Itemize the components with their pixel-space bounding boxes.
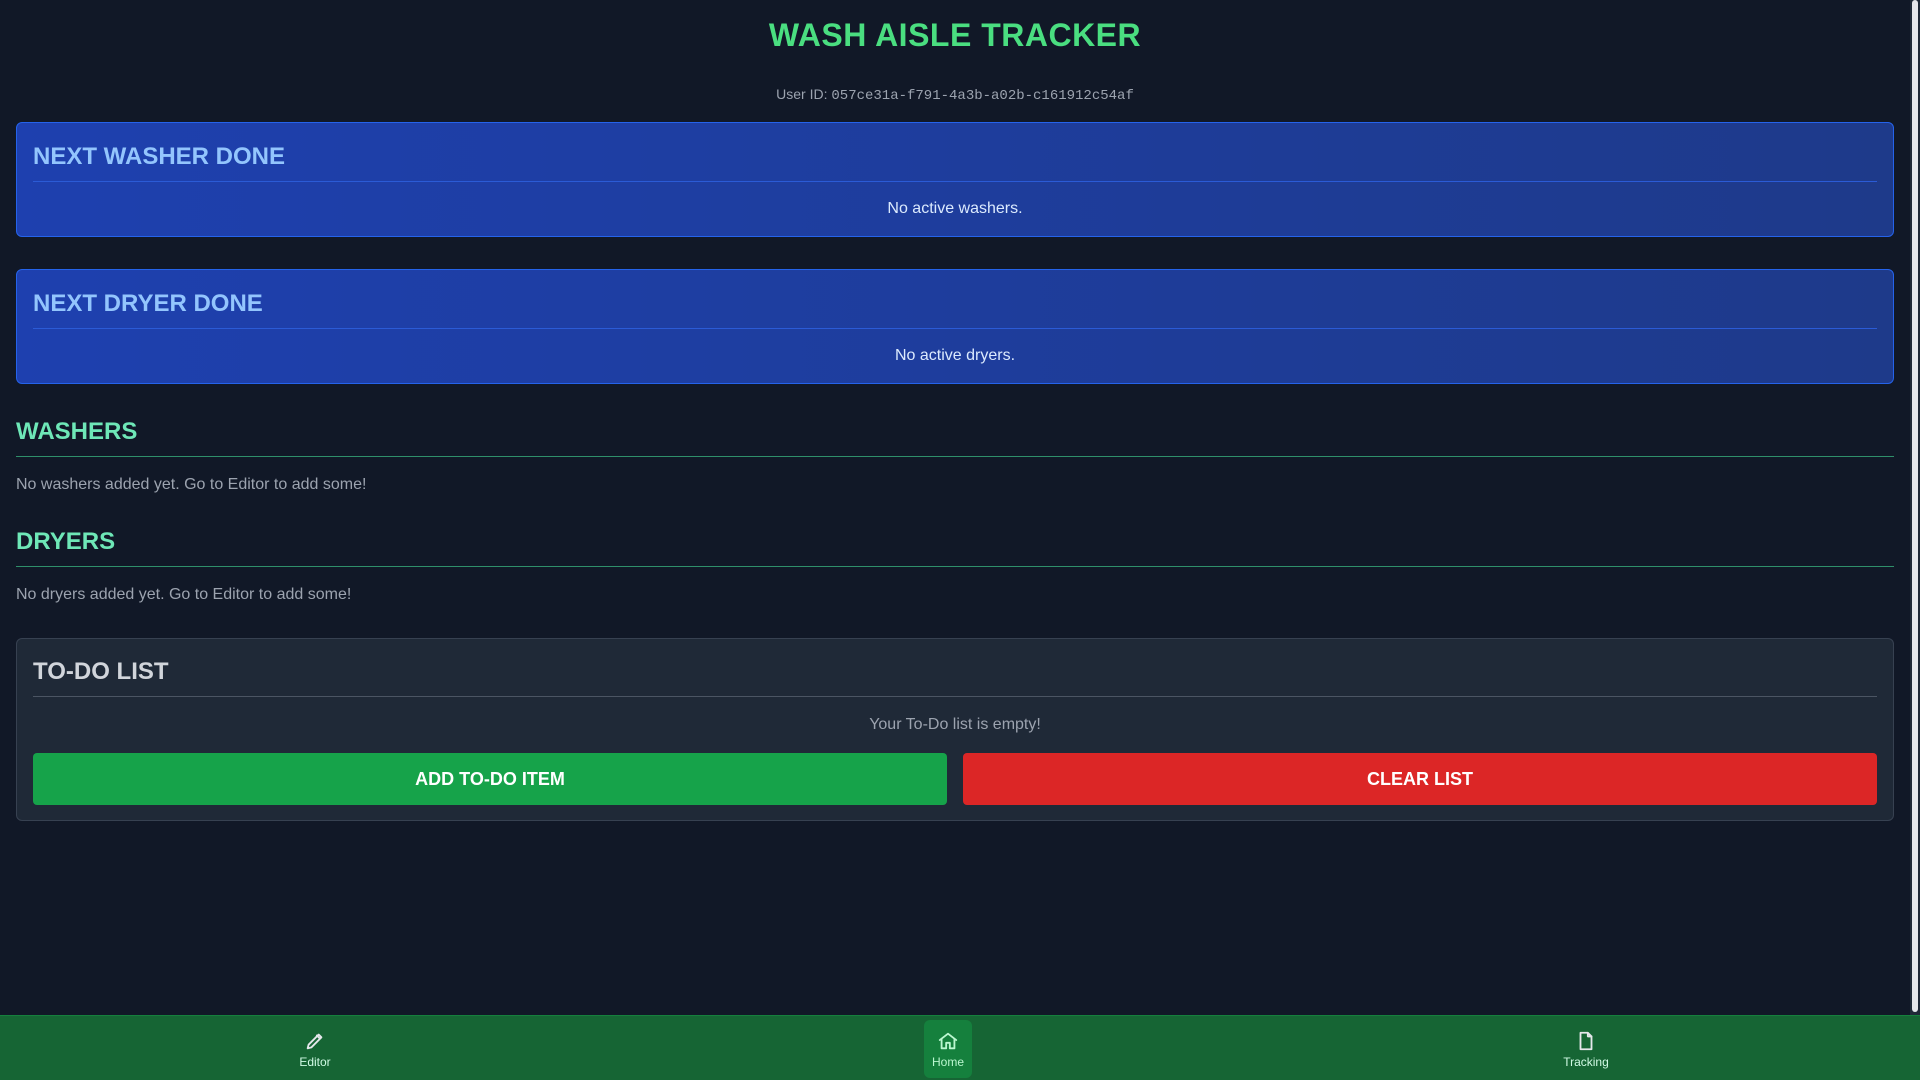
- next-washer-empty-text: No active washers.: [887, 200, 1023, 217]
- document-icon: [1579, 1031, 1593, 1050]
- next-washer-title: NEXT WASHER DONE: [33, 123, 1877, 182]
- nav-item-home[interactable]: Home: [924, 1020, 972, 1078]
- clear-list-button[interactable]: CLEAR LIST: [963, 753, 1877, 805]
- todo-card: TO-DO LIST Your To-Do list is empty! ADD…: [16, 638, 1894, 821]
- next-dryer-title: NEXT DRYER DONE: [33, 270, 1877, 329]
- user-id: User ID: 057ce31a-f791-4a3b-a02b-c161912…: [16, 86, 1894, 106]
- home-icon: [938, 1032, 958, 1049]
- next-dryer-empty-text: No active dryers.: [894, 347, 1016, 364]
- nav-label-editor: Editor: [299, 1054, 331, 1069]
- app-title: WASH AISLE TRACKER: [768, 17, 1142, 53]
- next-dryer-card: NEXT DRYER DONE No active dryers.: [16, 269, 1894, 384]
- bottom-nav: Editor Home Tracking: [0, 1015, 1920, 1080]
- pencil-icon: [306, 1033, 323, 1049]
- dryers-section: DRYERS No dryers added yet. Go to Editor…: [16, 528, 1894, 604]
- nav-item-editor[interactable]: Editor: [285, 1020, 345, 1078]
- todo-actions: ADD TO-DO ITEM CLEAR LIST: [33, 753, 1877, 805]
- nav-item-tracking[interactable]: Tracking: [1551, 1020, 1621, 1078]
- dryers-title: DRYERS: [16, 528, 1894, 567]
- washers-empty-text: No washers added yet. Go to Editor to ad…: [16, 476, 367, 493]
- washers-section: WASHERS No washers added yet. Go to Edit…: [16, 418, 1894, 494]
- dryers-empty-text: No dryers added yet. Go to Editor to add…: [16, 586, 352, 603]
- page: WASH AISLE TRACKER User ID: 057ce31a-f79…: [0, 0, 1920, 1080]
- add-todo-button[interactable]: ADD TO-DO ITEM: [33, 753, 947, 805]
- scrollbar[interactable]: [1910, 0, 1920, 1015]
- user-id-value: 057ce31a-f791-4a3b-a02b-c161912c54af: [831, 88, 1134, 104]
- nav-label-tracking: Tracking: [1563, 1054, 1609, 1069]
- user-id-label: User ID:: [776, 86, 828, 102]
- next-washer-card: NEXT WASHER DONE No active washers.: [16, 122, 1894, 237]
- washers-title: WASHERS: [16, 418, 1894, 457]
- nav-label-home: Home: [932, 1054, 965, 1069]
- main-content: WASH AISLE TRACKER User ID: 057ce31a-f79…: [0, 0, 1910, 1015]
- todo-title: TO-DO LIST: [33, 639, 1877, 697]
- todo-empty-text: Your To-Do list is empty!: [869, 716, 1041, 733]
- scrollbar-thumb[interactable]: [1912, 0, 1918, 1012]
